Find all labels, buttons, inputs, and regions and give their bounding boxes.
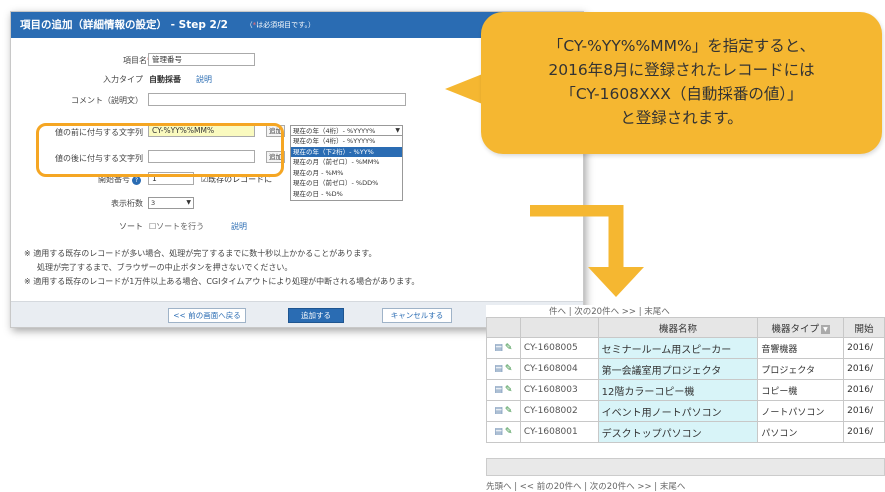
edit-pencil-icon[interactable]: ✎ <box>505 364 513 374</box>
item-name-label: 項目名* <box>123 56 151 65</box>
cancel-button[interactable]: キャンセルする <box>382 308 452 323</box>
detail-icon[interactable]: ▤ <box>494 343 503 353</box>
detail-icon[interactable]: ▤ <box>494 364 503 374</box>
table-header-name[interactable]: 機器名称 <box>597 317 759 338</box>
comment-label: コメント（説明文） <box>71 96 143 105</box>
edit-pencil-icon[interactable]: ✎ <box>505 427 513 437</box>
prefix-select-value: 現在の年（4桁）- %YYYY% <box>293 127 376 135</box>
cell-code: CY-1608004 <box>519 358 599 380</box>
back-button[interactable]: << 前の画面へ戻る <box>168 308 246 323</box>
row-actions: ▤ ✎ <box>486 379 521 401</box>
cell-date: 2016/ <box>843 400 885 422</box>
callout-line: 「CY-%YY%%MM%」を指定すると、 <box>547 37 816 55</box>
cell-code: CY-1608005 <box>519 337 599 359</box>
cell-name[interactable]: デスクトップパソコン <box>597 421 759 443</box>
input-type-label: 入力タイプ <box>103 75 143 84</box>
input-type-help-link[interactable]: 説明 <box>196 74 212 85</box>
cell-type: パソコン <box>757 421 845 443</box>
sort-label: ソート <box>119 222 143 231</box>
detail-icon[interactable]: ▤ <box>494 385 503 395</box>
row-actions: ▤ ✎ <box>486 337 521 359</box>
sort-help-link[interactable]: 説明 <box>231 221 247 232</box>
row-actions: ▤ ✎ <box>486 358 521 380</box>
dropdown-option[interactable]: 現在の年（4桁）- %YYYY% <box>291 136 402 147</box>
pager-bottom[interactable]: 先頭へ | << 前の20件へ | 次の20件へ >> | 末尾へ <box>486 480 685 492</box>
pager-top[interactable]: 件へ | 次の20件へ >> | 末尾へ <box>549 305 670 317</box>
cell-type: ノートパソコン <box>757 400 845 422</box>
dropdown-option[interactable]: 現在の日 - %D% <box>291 189 402 200</box>
cell-code: CY-1608002 <box>519 400 599 422</box>
dropdown-option[interactable]: 現在の月 - %M% <box>291 168 402 179</box>
callout-tail <box>445 73 485 105</box>
dialog-title: 項目の追加（詳細情報の設定） - Step 2/2 <box>20 19 228 31</box>
sort-checkbox-label: ソートを行う <box>156 222 205 231</box>
callout-line: 2016年8月に登録されたレコードには <box>548 61 815 79</box>
detail-icon[interactable]: ▤ <box>494 427 503 437</box>
table-row[interactable]: ▤ ✎ CY-1608005 セミナールーム用スピーカー 音響機器 2016/ <box>486 337 885 359</box>
table-header <box>486 317 521 338</box>
table-header-type[interactable]: 機器タイプ ▼ <box>757 317 845 338</box>
cell-type: コピー機 <box>757 379 845 401</box>
required-note-text: は必須項目です。） <box>256 21 315 29</box>
table-row[interactable]: ▤ ✎ CY-1608003 12階カラーコピー機 コピー機 2016/ <box>486 379 885 401</box>
cell-date: 2016/ <box>843 358 885 380</box>
record-list-panel: 件へ | 次の20件へ >> | 末尾へ 機器名称 機器タイプ ▼ 開始 ▤ ✎ C… <box>486 305 885 492</box>
cell-name[interactable]: イベント用ノートパソコン <box>597 400 759 422</box>
row-actions: ▤ ✎ <box>486 400 521 422</box>
note-line: ※ 適用する既存のレコードが多い場合、処理が完了するまでに数十秒以上かかることが… <box>24 249 377 258</box>
dropdown-option-selected[interactable]: 現在の年（下2桁）- %YY% <box>291 146 402 158</box>
stage: 項目の追加（詳細情報の設定） - Step 2/2 （*は必須項目です。） 項目… <box>0 0 885 492</box>
placeholder-dropdown-list: 現在の年（4桁）- %YYYY% 現在の年（下2桁）- %YY% 現在の月（前ゼ… <box>290 135 403 201</box>
cell-type: 音響機器 <box>757 337 845 359</box>
row-actions: ▤ ✎ <box>486 421 521 443</box>
highlight-ring <box>36 123 284 177</box>
comment-input[interactable] <box>148 93 406 106</box>
cell-name[interactable]: 12階カラーコピー機 <box>597 379 759 401</box>
chevron-down-icon[interactable]: ▼ <box>820 324 830 334</box>
help-icon[interactable]: ? <box>132 176 141 185</box>
digits-select[interactable]: 3 ▼ <box>148 197 194 209</box>
dropdown-option[interactable]: 現在の日（前ゼロ）- %DD% <box>291 178 402 189</box>
callout-bubble: 「CY-%YY%%MM%」を指定すると、 2016年8月に登録されたレコードには… <box>481 12 882 154</box>
note-line: ※ 適用する既存のレコードが1万件以上ある場合、CGIタイムアウトにより処理が中… <box>24 277 420 286</box>
cell-date: 2016/ <box>843 379 885 401</box>
edit-pencil-icon[interactable]: ✎ <box>505 343 513 353</box>
table-row[interactable]: ▤ ✎ CY-1608001 デスクトップパソコン パソコン 2016/ <box>486 421 885 443</box>
digits-select-value: 3 <box>151 199 156 207</box>
edit-pencil-icon[interactable]: ✎ <box>505 385 513 395</box>
edit-pencil-icon[interactable]: ✎ <box>505 406 513 416</box>
table-header-row: 機器名称 機器タイプ ▼ 開始 <box>486 317 885 338</box>
note-line: 処理が完了するまで、ブラウザーの中止ボタンを押さないでください。 <box>37 263 293 272</box>
record-table: 機器名称 機器タイプ ▼ 開始 ▤ ✎ CY-1608005 セミナールーム用スピー… <box>486 317 885 443</box>
digits-label: 表示桁数 <box>111 199 143 208</box>
table-row[interactable]: ▤ ✎ CY-1608002 イベント用ノートパソコン ノートパソコン 2016/ <box>486 400 885 422</box>
callout-line: と登録されます。 <box>620 109 743 127</box>
table-footer-bar <box>486 458 885 476</box>
chevron-down-icon: ▼ <box>186 199 191 206</box>
submit-button[interactable]: 追加する <box>288 308 344 323</box>
callout-line: 「CY-1608XXX（自動採番の値）」 <box>560 85 803 103</box>
cell-date: 2016/ <box>843 337 885 359</box>
sort-checkbox[interactable]: ☐ソートを行う <box>149 221 204 232</box>
detail-icon[interactable]: ▤ <box>494 406 503 416</box>
cell-code: CY-1608003 <box>519 379 599 401</box>
table-header <box>519 317 599 338</box>
table-row[interactable]: ▤ ✎ CY-1608004 第一会議室用プロジェクタ プロジェクタ 2016/ <box>486 358 885 380</box>
cell-code: CY-1608001 <box>519 421 599 443</box>
cell-date: 2016/ <box>843 421 885 443</box>
cell-name[interactable]: 第一会議室用プロジェクタ <box>597 358 759 380</box>
cell-type: プロジェクタ <box>757 358 845 380</box>
table-header-date[interactable]: 開始 <box>843 317 885 338</box>
cell-name[interactable]: セミナールーム用スピーカー <box>597 337 759 359</box>
item-name-input[interactable]: 管理番号 <box>148 53 255 66</box>
required-note: （*は必須項目です。） <box>245 21 315 29</box>
dropdown-option[interactable]: 現在の月（前ゼロ）- %MM% <box>291 157 402 168</box>
flow-arrow-icon <box>530 205 644 297</box>
input-type-value: 自動採番 <box>149 75 181 84</box>
